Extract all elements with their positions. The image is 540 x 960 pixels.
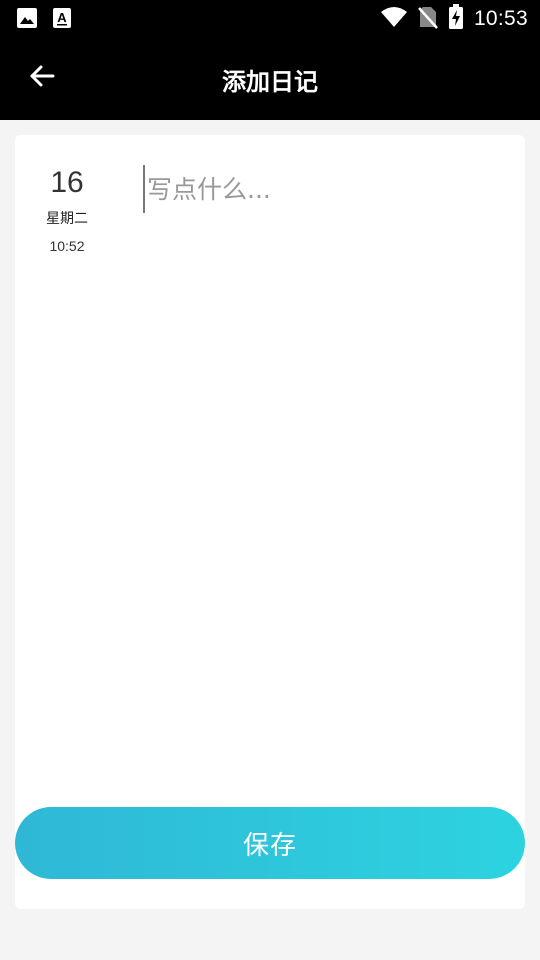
status-time: 10:53 <box>473 7 528 30</box>
weekday-label: 星期二 <box>46 211 88 227</box>
screen: A 10:53 添加日记 16 星期二 10:52 写点什么... 保存 <box>0 0 540 960</box>
battery-charging-icon <box>448 4 464 34</box>
app-bar: 添加日记 <box>0 36 540 120</box>
status-bar: A 10:53 <box>0 0 540 36</box>
text-a-icon: A <box>52 7 72 33</box>
save-button[interactable]: 保存 <box>15 807 525 879</box>
diary-content-input[interactable] <box>143 165 507 213</box>
status-left-icons: A <box>16 7 72 33</box>
day-number: 16 <box>50 166 84 199</box>
no-sim-icon <box>418 5 438 33</box>
image-icon <box>16 7 38 33</box>
wifi-icon <box>380 5 408 33</box>
page-title: 添加日记 <box>222 68 318 96</box>
entry-time: 10:52 <box>49 238 85 254</box>
diary-card: 16 星期二 10:52 <box>15 135 525 909</box>
entry-date: 16 星期二 10:52 <box>31 163 103 255</box>
status-right: 10:53 <box>380 4 528 34</box>
svg-text:A: A <box>57 10 67 25</box>
